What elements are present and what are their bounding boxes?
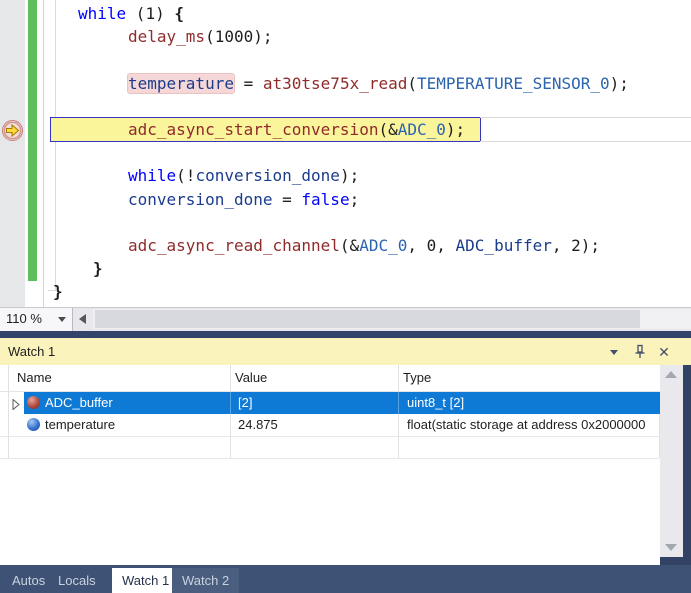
code-token: ); (340, 166, 359, 185)
window-menu-button[interactable] (606, 344, 622, 360)
watch-window-title: Watch 1 (8, 344, 55, 359)
code-token: temperature (128, 74, 234, 93)
code-token: at30tse75x_read (263, 74, 408, 93)
watch-grid-header[interactable]: Name Value Type (0, 365, 660, 392)
code-token: , 0, (407, 236, 455, 255)
code-editor[interactable]: while (1) {delay_ms(1000);temperature = … (0, 0, 691, 307)
code-token: false (301, 190, 349, 209)
code-token: } (53, 282, 63, 301)
scroll-down-icon[interactable] (665, 544, 677, 551)
code-token: conversion_done (128, 190, 273, 209)
code-line: while(!conversion_done); (128, 164, 359, 187)
zoom-level-value: 110 % (6, 311, 42, 326)
watch-name: ADC_buffer (45, 395, 228, 410)
code-token: } (93, 259, 103, 278)
expand-arrow-icon[interactable] (12, 398, 22, 408)
panel-bottom-border (660, 557, 691, 565)
tab-watch-2[interactable]: Watch 2 (172, 568, 239, 593)
chevron-down-icon (58, 317, 66, 322)
column-divider (230, 392, 231, 414)
panel-separator[interactable] (0, 331, 691, 338)
close-button[interactable]: ✕ (656, 344, 672, 360)
code-line: adc_async_read_channel(&ADC_0, 0, ADC_bu… (128, 234, 600, 257)
watch-name: temperature (45, 417, 228, 432)
vertical-scrollbar[interactable] (660, 365, 683, 557)
code-line: adc_async_start_conversion(&ADC_0); (128, 118, 465, 141)
code-token: 1000 (215, 27, 254, 46)
code-token: delay_ms (128, 27, 205, 46)
code-token: ); (253, 27, 272, 46)
code-token: ) (155, 4, 174, 23)
code-token: = (234, 74, 263, 93)
code-token: adc_async_read_channel (128, 236, 340, 255)
scroll-up-icon[interactable] (665, 371, 677, 378)
tab-watch-1[interactable]: Watch 1 (112, 568, 179, 593)
pin-button[interactable] (632, 344, 648, 360)
code-token: ( (407, 74, 417, 93)
array-variable-icon (27, 396, 40, 409)
tab-locals[interactable]: Locals (48, 568, 106, 593)
code-token: = (273, 190, 302, 209)
code-token: ; (350, 190, 360, 209)
column-header-type[interactable]: Type (403, 370, 431, 385)
code-token: while (78, 4, 126, 23)
code-token: ( (126, 4, 145, 23)
code-token: while (128, 166, 176, 185)
code-token: ADC_0 (359, 236, 407, 255)
code-token: (& (378, 120, 397, 139)
code-line: } (93, 257, 103, 280)
zoom-level-dropdown[interactable]: 110 % (0, 308, 73, 331)
panel-right-border (683, 365, 691, 565)
code-token: TEMPERATURE_SENSOR_0 (417, 74, 610, 93)
watch-type: uint8_t [2] (407, 395, 659, 410)
pin-icon (633, 344, 647, 359)
watch-row[interactable]: temperature 24.875 float(static storage at… (0, 414, 660, 436)
watch-value: 24.875 (238, 417, 396, 432)
code-token: ); (610, 74, 629, 93)
column-header-name[interactable]: Name (17, 370, 52, 385)
code-token: (! (176, 166, 195, 185)
code-token: conversion_done (195, 166, 340, 185)
code-token: ADC_buffer (456, 236, 552, 255)
code-line: } (53, 280, 63, 303)
close-icon: ✕ (658, 344, 670, 360)
variable-icon (27, 418, 40, 431)
code-token: ( (205, 27, 215, 46)
watch-grid[interactable]: Name Value Type ADC_buffer [2] uint8_t [2]… (0, 365, 691, 565)
code-line: conversion_done = false; (128, 188, 359, 211)
code-token: ); (446, 120, 465, 139)
ide-window: while (1) {delay_ms(1000);temperature = … (0, 0, 691, 593)
horizontal-scrollbar-thumb[interactable] (95, 310, 640, 328)
chevron-down-icon (610, 350, 618, 355)
grid-line (0, 436, 659, 437)
code-line: while (1) { (78, 2, 184, 25)
code-token: { (174, 4, 184, 23)
watch-window-titlebar[interactable]: Watch 1 ✕ (0, 338, 691, 365)
column-divider (398, 392, 399, 414)
watch-type: float(static storage at address 0x200000… (407, 417, 659, 432)
code-line: delay_ms(1000); (128, 25, 273, 48)
code-token: ADC_0 (398, 120, 446, 139)
hscroll-left-arrow[interactable] (76, 308, 92, 330)
code-line: temperature = at30tse75x_read(TEMPERATUR… (128, 72, 629, 95)
watch-row[interactable]: ADC_buffer [2] uint8_t [2] (0, 392, 660, 414)
column-header-value[interactable]: Value (235, 370, 267, 385)
code-token: adc_async_start_conversion (128, 120, 378, 139)
code-token: , 2); (552, 236, 600, 255)
code-token: 1 (145, 4, 155, 23)
tool-window-tabbar: AutosLocalsWatch 1Watch 2 (0, 565, 691, 593)
arrow-left-icon (79, 314, 86, 324)
grid-line (0, 458, 659, 459)
code-token: (& (340, 236, 359, 255)
code-area[interactable]: while (1) {delay_ms(1000);temperature = … (0, 0, 691, 307)
watch-value: [2] (238, 395, 396, 410)
